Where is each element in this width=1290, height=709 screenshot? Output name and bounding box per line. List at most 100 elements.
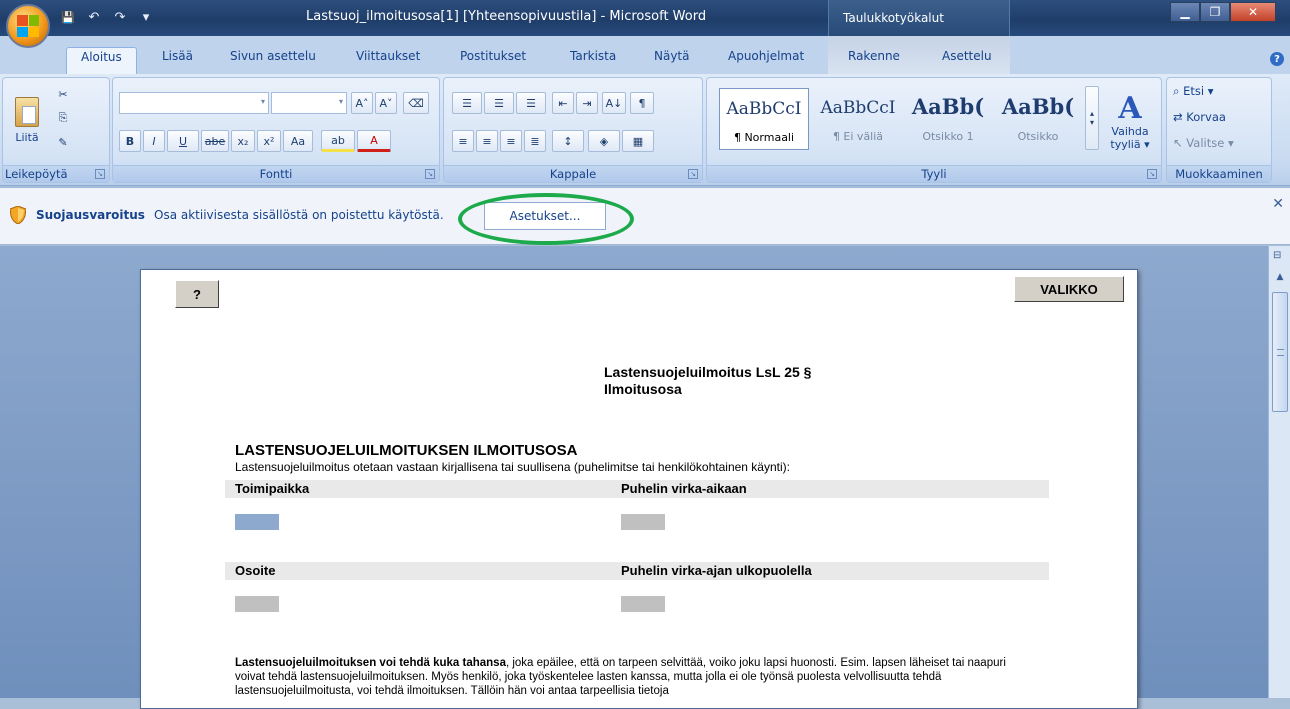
numbering-icon[interactable]: ☰ [484,92,514,114]
replace-icon: ⇄ [1173,110,1187,124]
align-center-icon[interactable]: ≡ [476,130,498,152]
show-formatting-button[interactable]: ¶ [630,92,654,114]
decrease-indent-icon[interactable]: ⇤ [552,92,574,114]
toimipaikka-field[interactable] [235,514,279,530]
font-launcher-icon[interactable]: ↘ [425,169,435,179]
puhelin-ulkopuolella-field[interactable] [621,596,665,612]
cut-icon[interactable]: ✂ [53,84,73,104]
tab-sivun-asettelu[interactable]: Sivun asettelu [230,49,316,69]
binoculars-icon: ⌕ [1173,84,1184,98]
security-warning-bar: Suojausvaroitus Osa aktiivisesta sisällö… [0,187,1290,245]
clear-format-button[interactable]: ⌫ [403,92,429,114]
help-form-button[interactable]: ? [175,280,219,308]
replace-button[interactable]: ⇄ Korvaa [1173,110,1226,124]
form-row-header: Osoite Puhelin virka-ajan ulkopuolella [225,562,1049,580]
style-otsikko-1[interactable]: AaBb( Otsikko 1 [903,88,993,150]
format-painter-icon[interactable]: ✎ [53,132,73,152]
undo-icon[interactable]: ↶ [84,7,104,27]
maximize-button[interactable]: ❐ [1200,2,1230,22]
change-styles-icon: A [1118,91,1142,126]
puhelin-virka-aikaan-field[interactable] [621,514,665,530]
group-label-font: Fontti [113,165,439,182]
group-paragraph: ☰ ☰ ☰ ⇤ ⇥ A↓ ¶ ≡ ≡ ≡ ≣ ↕ ◈ ▦ Kappale ↘ [443,77,703,183]
grow-font-button[interactable]: A˄ [351,92,373,114]
shield-icon [10,206,26,224]
tab-aloitus[interactable]: Aloitus [66,47,137,74]
shading-icon[interactable]: ◈ [588,130,620,152]
section-subtitle: Lastensuojeluilmoitus otetaan vastaan ki… [235,460,790,474]
change-styles-button[interactable]: A Vaihda tyyliä ▾ [1103,82,1157,162]
find-button[interactable]: ⌕ Etsi ▾ [1173,84,1214,99]
ribbon: Liitä ✂ ⎘ ✎ Leikepöytä ↘ ▾ ▾ A˄ A˅ ⌫ B I… [0,74,1290,186]
tab-viittaukset[interactable]: Viittaukset [356,49,420,69]
scroll-up-icon[interactable]: ▲ [1272,272,1288,286]
close-icon[interactable]: ✕ [1272,196,1284,212]
document-title: Lastensuojeluilmoitus LsL 25 § Ilmoituso… [604,364,812,397]
ruler-toggle-icon[interactable]: ⊟ [1273,250,1287,264]
line-spacing-icon[interactable]: ↕ [552,130,584,152]
group-font: ▾ ▾ A˄ A˅ ⌫ B I U abe x₂ x² Aa ab A Font… [112,77,440,183]
styles-scroll-icon[interactable]: ▴ ▾ [1085,86,1099,150]
strikethrough-button[interactable]: abe [201,130,229,152]
superscript-button[interactable]: x² [257,130,281,152]
help-icon[interactable]: ? [1270,52,1284,66]
borders-icon[interactable]: ▦ [622,130,654,152]
multilevel-list-icon[interactable]: ☰ [516,92,546,114]
shrink-font-button[interactable]: A˅ [375,92,397,114]
align-right-icon[interactable]: ≡ [500,130,522,152]
copy-icon[interactable]: ⎘ [53,108,73,128]
sort-button[interactable]: A↓ [602,92,626,114]
bold-button[interactable]: B [119,130,141,152]
save-icon[interactable]: 💾 [58,7,78,27]
highlight-button[interactable]: ab [321,130,355,152]
minimize-button[interactable]: ▁ [1170,2,1200,22]
document-workspace: ? VALIKKO Lastensuojeluilmoitus LsL 25 §… [0,246,1268,709]
tab-apuohjelmat[interactable]: Apuohjelmat [728,49,804,69]
window-title: Lastsuoj_ilmoitusosa[1] [Yhteensopivuust… [306,9,707,24]
group-editing: ⌕ Etsi ▾ ⇄ Korvaa ↖ Valitse ▾ Muokkaamin… [1166,77,1272,183]
italic-button[interactable]: I [143,130,165,152]
scroll-thumb[interactable] [1272,292,1288,412]
menu-form-button[interactable]: VALIKKO [1014,276,1124,302]
customize-qat-icon[interactable]: ▾ [136,7,156,27]
tab-lisaa[interactable]: Lisää [162,49,193,69]
style-otsikko[interactable]: AaBb( Otsikko [993,88,1083,150]
vertical-scrollbar[interactable]: ⊟ ▲ [1268,246,1290,698]
office-logo-icon [17,15,39,37]
select-button[interactable]: ↖ Valitse ▾ [1173,136,1234,150]
osoite-field[interactable] [235,596,279,612]
window-controls: ▁ ❐ ✕ [1170,2,1276,22]
office-button[interactable] [6,4,50,48]
tab-postitukset[interactable]: Postitukset [460,49,526,69]
style-ei-valia[interactable]: AaBbCcI ¶ Ei väliä [813,88,903,150]
increase-indent-icon[interactable]: ⇥ [576,92,598,114]
tab-tarkista[interactable]: Tarkista [570,49,616,69]
justify-icon[interactable]: ≣ [524,130,546,152]
style-normaali[interactable]: AaBbCcI ¶ Normaali [719,88,809,150]
redo-icon[interactable]: ↷ [110,7,130,27]
select-cursor-icon: ↖ [1173,136,1187,150]
underline-button[interactable]: U [167,130,199,152]
bullets-icon[interactable]: ☰ [452,92,482,114]
font-name-combo[interactable]: ▾ [119,92,269,114]
context-tab-group: Taulukkotyökalut [828,0,1010,36]
security-warning-text: Osa aktiivisesta sisällöstä on poistettu… [154,208,444,222]
info-paragraph: Lastensuojeluilmoituksen voi tehdä kuka … [235,657,1006,697]
options-button[interactable]: Asetukset... [484,202,606,230]
change-case-button[interactable]: Aa [283,130,313,152]
label-puhelin-ulkopuolella: Puhelin virka-ajan ulkopuolella [621,563,812,578]
align-left-icon[interactable]: ≡ [452,130,474,152]
paste-button[interactable]: Liitä [8,82,46,158]
group-styles: AaBbCcI ¶ Normaali AaBbCcI ¶ Ei väliä Aa… [706,77,1162,183]
styles-launcher-icon[interactable]: ↘ [1147,169,1157,179]
font-size-combo[interactable]: ▾ [271,92,347,114]
tab-nayta[interactable]: Näytä [654,49,690,69]
close-button[interactable]: ✕ [1230,2,1276,22]
paragraph-launcher-icon[interactable]: ↘ [688,169,698,179]
group-label-clipboard: Leikepöytä [3,165,109,182]
clipboard-launcher-icon[interactable]: ↘ [95,169,105,179]
font-color-button[interactable]: A [357,130,391,152]
tab-rakenne[interactable]: Rakenne [848,49,900,69]
subscript-button[interactable]: x₂ [231,130,255,152]
tab-asettelu[interactable]: Asettelu [942,49,992,69]
